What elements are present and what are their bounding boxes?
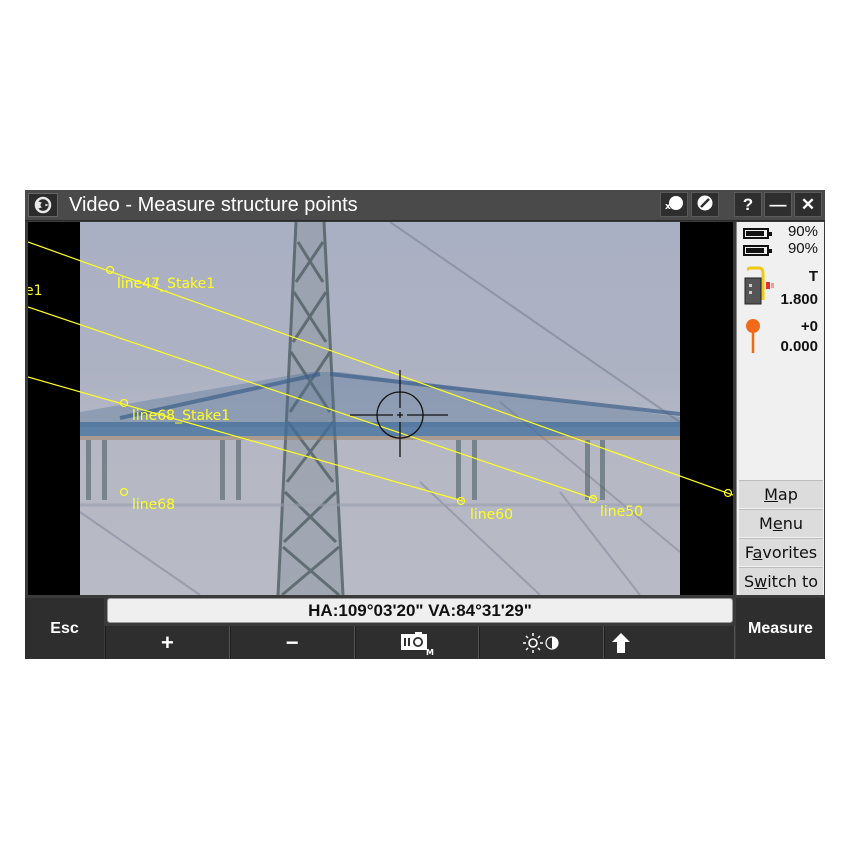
design-line-68 xyxy=(28,376,464,502)
laser-toggle-button[interactable] xyxy=(691,192,719,217)
prism-height: 0.000 xyxy=(780,338,818,355)
total-station-icon[interactable] xyxy=(741,266,775,308)
point-marker xyxy=(119,398,129,408)
menu-button[interactable]: Menu xyxy=(739,509,823,537)
zoom-out-button[interactable]: − xyxy=(229,626,355,659)
window-title: Video - Measure structure points xyxy=(69,194,358,216)
app-menu-button[interactable] xyxy=(28,193,58,217)
stakeout-overlay: e1 line47_Stake1 line44 line68_Stake1 li… xyxy=(28,241,733,523)
brightness-contrast-icon xyxy=(522,632,559,653)
brightness-contrast-button[interactable] xyxy=(479,626,605,659)
battery-level-2: 90% xyxy=(787,240,818,257)
target-settings-button[interactable]: x xyxy=(660,192,688,217)
trimble-logo-icon xyxy=(34,196,52,214)
angle-readout: HA:109°03'20" VA:84°31'29" xyxy=(107,598,733,623)
title-bar: Video - Measure structure points x ? — ✕ xyxy=(25,190,825,221)
app-window: Video - Measure structure points x ? — ✕ xyxy=(25,190,825,659)
switch-to-button[interactable]: Switch to xyxy=(739,567,823,595)
point-label[interactable]: line44 xyxy=(117,276,160,292)
video-view[interactable]: e1 line47_Stake1 line44 line68_Stake1 li… xyxy=(28,222,733,595)
svg-text:M: M xyxy=(426,648,434,656)
esc-button[interactable]: Esc xyxy=(25,598,104,659)
arrow-up-icon xyxy=(612,632,631,653)
design-line-68-stake xyxy=(28,306,596,500)
svg-text:x: x xyxy=(665,202,671,212)
battery-icon xyxy=(743,245,772,256)
point-label[interactable]: line68 xyxy=(132,497,175,513)
point-label[interactable]: line68_Stake1 xyxy=(132,408,230,424)
laser-pointer-icon xyxy=(697,195,713,211)
camera-snapshot-button[interactable]: M xyxy=(354,626,480,659)
target-type: T xyxy=(808,268,818,285)
target-x-icon: x xyxy=(665,196,683,212)
help-button[interactable]: ? xyxy=(734,192,762,217)
instrument-height: 1.800 xyxy=(780,291,818,308)
point-label[interactable]: line50 xyxy=(600,504,643,520)
prism-target-icon[interactable] xyxy=(743,318,763,354)
close-button[interactable]: ✕ xyxy=(794,192,822,217)
point-label[interactable]: e1 xyxy=(28,283,43,299)
battery-icon xyxy=(743,228,772,239)
up-button[interactable] xyxy=(604,626,735,659)
map-button[interactable]: Map xyxy=(739,480,823,508)
minimize-button[interactable]: — xyxy=(764,192,792,217)
measure-button[interactable]: Measure xyxy=(736,598,825,659)
favorites-button[interactable]: Favorites xyxy=(739,538,823,566)
zoom-in-button[interactable]: + xyxy=(105,626,230,659)
prism-constant: +0 xyxy=(800,318,818,335)
point-marker xyxy=(588,494,598,504)
camera-icon: M xyxy=(400,631,434,656)
video-toolbar: + − M xyxy=(105,626,735,659)
point-label[interactable]: line60 xyxy=(470,507,513,523)
battery-level-1: 90% xyxy=(787,223,818,240)
status-panel: 90% 90% T 1.800 +0 0.000 Map Menu Favori… xyxy=(736,222,824,595)
point-marker xyxy=(119,487,129,497)
